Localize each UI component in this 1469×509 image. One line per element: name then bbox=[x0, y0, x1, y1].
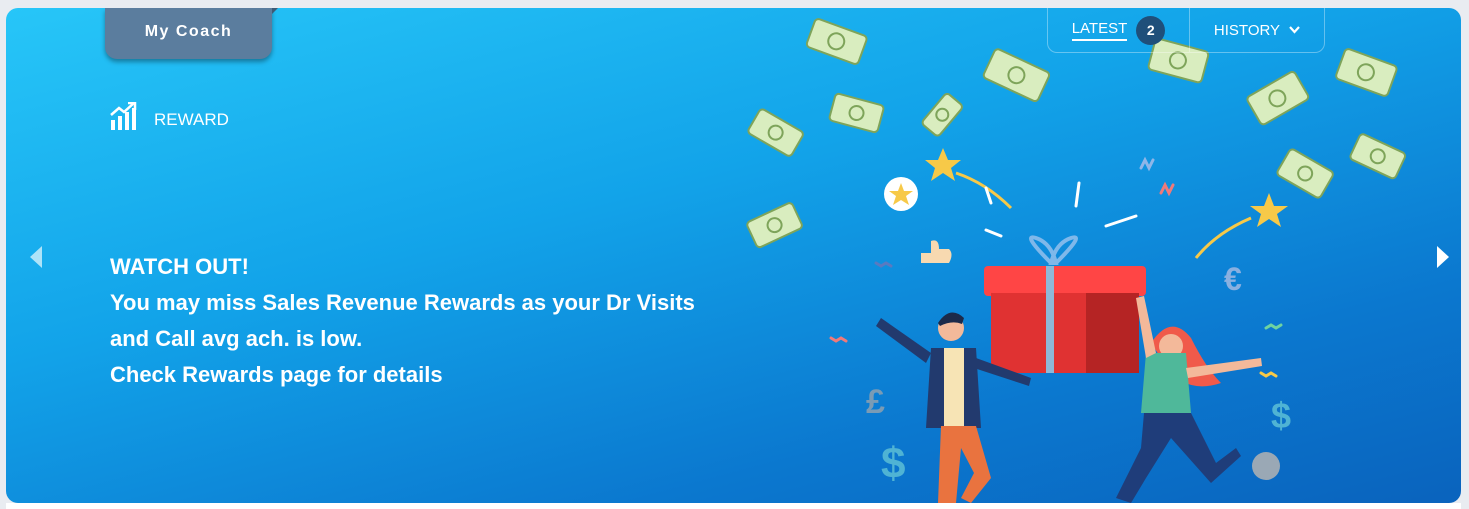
next-slide-button[interactable] bbox=[1432, 242, 1454, 272]
thumbs-up-icon bbox=[921, 240, 952, 263]
tab-latest[interactable]: LATEST 2 bbox=[1048, 8, 1190, 52]
previous-slide-button[interactable] bbox=[25, 242, 47, 272]
coach-message: WATCH OUT! You may miss Sales Revenue Re… bbox=[110, 249, 810, 393]
dollar-icon: $ bbox=[881, 439, 905, 488]
euro-icon: € bbox=[1224, 261, 1242, 297]
tab-latest-label: LATEST bbox=[1071, 20, 1128, 41]
reward-illustration: $ $ £ € bbox=[746, 18, 1406, 503]
content-area-edge bbox=[6, 503, 1461, 509]
chevron-down-icon bbox=[1289, 26, 1300, 34]
message-line: Check Rewards page for details bbox=[110, 362, 443, 387]
message-line: and Call avg ach. is low. bbox=[110, 326, 363, 351]
arrow-left-icon bbox=[30, 246, 42, 268]
latest-count-badge: 2 bbox=[1136, 15, 1166, 45]
arrow-right-icon bbox=[1437, 246, 1449, 268]
reward-banner: $ $ £ € My Coach REWARD WATCH OUT! You m… bbox=[6, 8, 1461, 503]
section-label: REWARD bbox=[110, 102, 229, 130]
tab-history-label: HISTORY bbox=[1213, 21, 1281, 39]
message-title: WATCH OUT! bbox=[110, 254, 249, 279]
star-icon bbox=[884, 148, 1288, 259]
gift-box-icon bbox=[984, 235, 1146, 373]
my-coach-tab[interactable]: My Coach bbox=[105, 8, 278, 59]
dollar-icon: $ bbox=[1271, 395, 1291, 436]
growth-chart-icon bbox=[110, 102, 138, 130]
my-coach-label: My Coach bbox=[144, 22, 233, 40]
message-line: You may miss Sales Revenue Rewards as yo… bbox=[110, 290, 695, 315]
message-tabs: LATEST 2 HISTORY bbox=[1047, 8, 1325, 53]
pound-icon: £ bbox=[866, 383, 885, 421]
section-label-text: REWARD bbox=[154, 110, 229, 129]
tab-history[interactable]: HISTORY bbox=[1190, 8, 1324, 52]
